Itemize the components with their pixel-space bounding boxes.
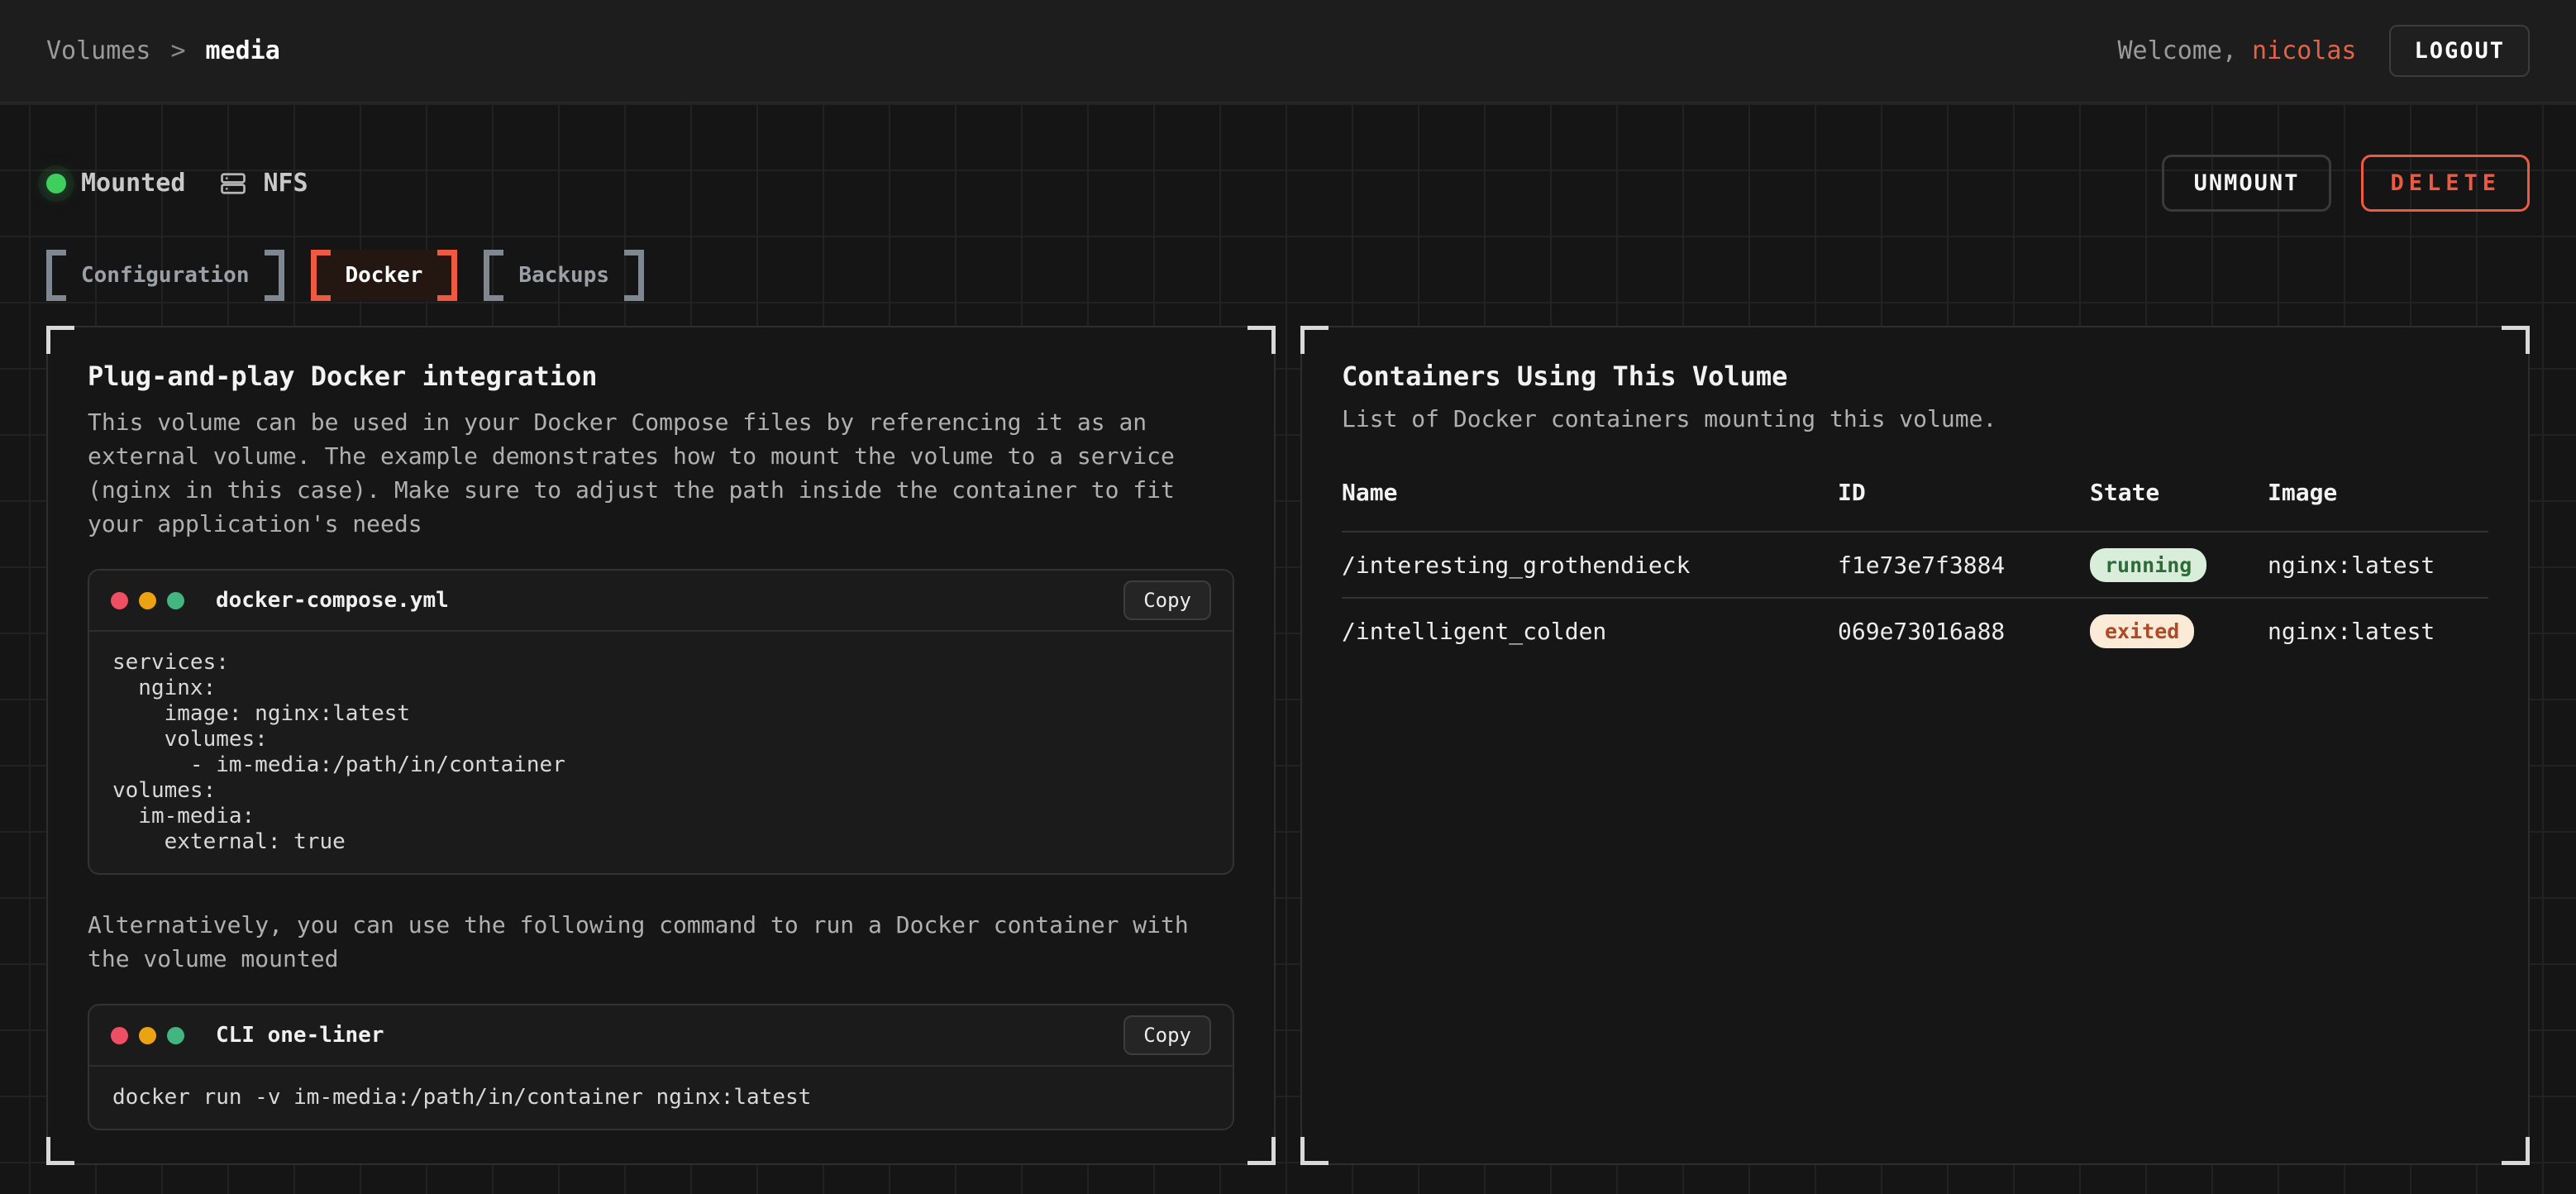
- breadcrumb-volumes-link[interactable]: Volumes: [46, 36, 150, 65]
- traffic-lights: [111, 592, 184, 609]
- bracket-decoration: [265, 250, 284, 301]
- panel-corner-decoration: [1300, 326, 1329, 354]
- compose-code-block: docker-compose.yml Copy services: nginx:…: [88, 569, 1234, 875]
- docker-panel-description: This volume can be used in your Docker C…: [88, 405, 1234, 541]
- panel-corner-decoration: [2502, 326, 2530, 354]
- traffic-light-red-icon: [111, 592, 128, 609]
- traffic-light-green-icon: [167, 592, 184, 609]
- breadcrumb-current-volume: media: [206, 36, 280, 65]
- containers-panel-subtitle: List of Docker containers mounting this …: [1342, 405, 2488, 432]
- mounted-label: Mounted: [81, 169, 185, 198]
- traffic-light-yellow-icon: [139, 592, 156, 609]
- traffic-light-yellow-icon: [139, 1027, 156, 1044]
- bracket-decoration: [311, 250, 331, 301]
- table-header-row: Name ID State Image: [1342, 479, 2488, 531]
- cell-container-name: /interesting_grothendieck: [1342, 552, 1838, 579]
- cell-container-image: nginx:latest: [2268, 552, 2488, 579]
- panel-corner-decoration: [1247, 326, 1276, 354]
- state-badge-exited: exited: [2090, 614, 2194, 648]
- cli-code-block: CLI one-liner Copy docker run -v im-medi…: [88, 1004, 1234, 1130]
- compose-copy-button[interactable]: Copy: [1123, 580, 1211, 620]
- panel-corner-decoration: [46, 1137, 74, 1165]
- cell-container-id: f1e73e7f3884: [1838, 552, 2090, 579]
- bracket-decoration: [437, 250, 457, 301]
- table-row: /intelligent_colden 069e73016a88 exited …: [1342, 597, 2488, 663]
- breadcrumb: Volumes > media: [46, 36, 280, 65]
- state-badge-running: running: [2090, 548, 2206, 582]
- containers-table: Name ID State Image /interesting_grothen…: [1342, 479, 2488, 663]
- welcome-text: Welcome, nicolas: [2117, 36, 2356, 65]
- traffic-light-red-icon: [111, 1027, 128, 1044]
- delete-button[interactable]: DELETE: [2361, 155, 2530, 212]
- table-row: /interesting_grothendieck f1e73e7f3884 r…: [1342, 531, 2488, 597]
- cli-filename: CLI one-liner: [216, 1023, 384, 1048]
- containers-panel: Containers Using This Volume List of Doc…: [1300, 326, 2530, 1165]
- filesystem-label: NFS: [263, 169, 308, 198]
- tab-configuration-label: Configuration: [81, 263, 250, 288]
- bracket-decoration: [484, 250, 503, 301]
- mounted-status: Mounted: [46, 169, 185, 198]
- server-stack-icon: [218, 169, 248, 198]
- panel-corner-decoration: [1300, 1137, 1329, 1165]
- docker-panel-title: Plug-and-play Docker integration: [88, 361, 1234, 392]
- cell-container-image: nginx:latest: [2268, 618, 2488, 645]
- cli-intro-text: Alternatively, you can use the following…: [88, 908, 1234, 976]
- cli-code: docker run -v im-media:/path/in/containe…: [112, 1085, 1209, 1110]
- cli-copy-button[interactable]: Copy: [1123, 1015, 1211, 1055]
- filesystem-indicator: NFS: [218, 169, 308, 198]
- panel-corner-decoration: [1247, 1137, 1276, 1165]
- table-header-state: State: [2090, 479, 2268, 506]
- tab-configuration[interactable]: Configuration: [46, 250, 284, 301]
- bracket-decoration: [46, 250, 66, 301]
- chevron-right-icon: >: [170, 36, 185, 65]
- cell-container-name: /intelligent_colden: [1342, 618, 1838, 645]
- logout-button[interactable]: LOGOUT: [2389, 25, 2530, 77]
- panel-corner-decoration: [46, 326, 74, 354]
- top-bar: Volumes > media Welcome, nicolas LOGOUT: [0, 0, 2576, 103]
- traffic-light-green-icon: [167, 1027, 184, 1044]
- mounted-dot-icon: [46, 174, 66, 193]
- compose-filename: docker-compose.yml: [216, 588, 449, 613]
- unmount-button[interactable]: UNMOUNT: [2162, 155, 2332, 212]
- table-header-id: ID: [1838, 479, 2090, 506]
- welcome-prefix: Welcome,: [2117, 36, 2252, 65]
- compose-code: services: nginx: image: nginx:latest vol…: [112, 650, 1209, 855]
- table-header-image: Image: [2268, 479, 2488, 506]
- containers-panel-title: Containers Using This Volume: [1342, 361, 2488, 392]
- tab-bar: Configuration Docker Backups: [46, 250, 2530, 301]
- docker-integration-panel: Plug-and-play Docker integration This vo…: [46, 326, 1276, 1165]
- table-header-name: Name: [1342, 479, 1838, 506]
- username: nicolas: [2252, 36, 2356, 65]
- tab-docker[interactable]: Docker: [311, 250, 458, 301]
- panel-corner-decoration: [2502, 1137, 2530, 1165]
- bracket-decoration: [624, 250, 644, 301]
- tab-backups[interactable]: Backups: [484, 250, 644, 301]
- traffic-lights: [111, 1027, 184, 1044]
- tab-docker-label: Docker: [346, 263, 423, 288]
- tab-backups-label: Backups: [518, 263, 609, 288]
- cell-container-id: 069e73016a88: [1838, 618, 2090, 645]
